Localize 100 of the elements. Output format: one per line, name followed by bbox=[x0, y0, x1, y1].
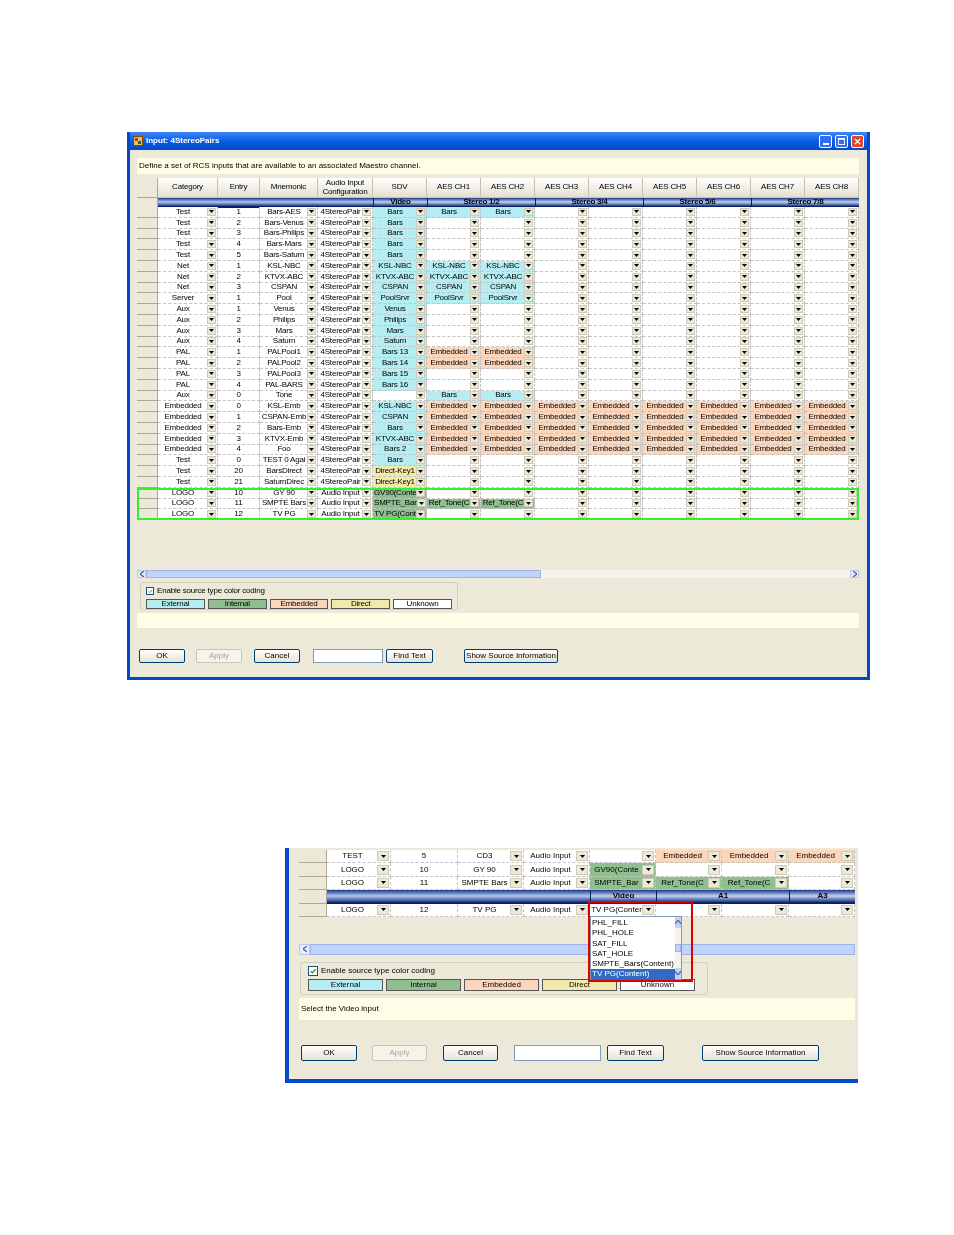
column-header[interactable]: AES CH2 bbox=[481, 178, 535, 198]
dropdown-button[interactable] bbox=[470, 315, 479, 324]
dropdown-button[interactable] bbox=[416, 240, 425, 249]
dropdown-button[interactable] bbox=[524, 251, 533, 260]
dropdown-button[interactable] bbox=[632, 240, 641, 249]
dropdown-button[interactable] bbox=[524, 380, 533, 389]
dropdown-button[interactable] bbox=[362, 380, 371, 389]
dropdown-button[interactable] bbox=[848, 413, 857, 422]
dropdown-button[interactable] bbox=[632, 218, 641, 227]
dropdown-button[interactable] bbox=[578, 272, 587, 281]
dropdown-button[interactable] bbox=[578, 413, 587, 422]
dropdown-button[interactable] bbox=[686, 488, 695, 497]
dropdown-button[interactable] bbox=[307, 456, 316, 465]
dropdown-button[interactable] bbox=[416, 477, 425, 486]
dropdown-button[interactable] bbox=[848, 467, 857, 475]
dropdown-button[interactable] bbox=[686, 207, 695, 216]
dropdown-button[interactable] bbox=[576, 877, 588, 888]
dropdown-button[interactable] bbox=[470, 359, 479, 368]
dropdown-button[interactable] bbox=[207, 434, 216, 443]
dropdown-button[interactable] bbox=[470, 305, 479, 314]
dropdown-button[interactable] bbox=[794, 283, 803, 292]
dropdown-button[interactable] bbox=[740, 423, 749, 432]
dropdown-button[interactable] bbox=[307, 510, 316, 519]
dropdown-button[interactable] bbox=[416, 229, 425, 238]
dropdown-button[interactable] bbox=[377, 864, 389, 875]
dropdown-button[interactable] bbox=[642, 864, 654, 875]
dropdown-button[interactable] bbox=[794, 294, 803, 303]
dropdown-button[interactable] bbox=[686, 434, 695, 443]
dropdown-button[interactable] bbox=[207, 369, 216, 378]
find-field[interactable] bbox=[313, 649, 383, 664]
dropdown-button[interactable] bbox=[524, 326, 533, 335]
checkbox[interactable] bbox=[308, 965, 318, 976]
dropdown-button[interactable] bbox=[632, 359, 641, 368]
dropdown-button[interactable] bbox=[740, 477, 749, 486]
dropdown-button[interactable] bbox=[740, 510, 749, 519]
dropdown-button[interactable] bbox=[841, 864, 853, 875]
dropdown-button[interactable] bbox=[524, 294, 533, 303]
dropdown-button[interactable] bbox=[470, 326, 479, 335]
dropdown-button[interactable] bbox=[740, 326, 749, 335]
dropdown-button[interactable] bbox=[686, 369, 695, 378]
dropdown-button[interactable] bbox=[686, 456, 695, 465]
dropdown-button[interactable] bbox=[686, 391, 695, 400]
dropdown-button[interactable] bbox=[307, 326, 316, 335]
dropdown-button[interactable] bbox=[686, 294, 695, 303]
dropdown-button[interactable] bbox=[632, 315, 641, 324]
dropdown-button[interactable] bbox=[708, 851, 720, 862]
dropdown-button[interactable] bbox=[578, 423, 587, 432]
dropdown-button[interactable] bbox=[207, 359, 216, 368]
dropdown-button[interactable] bbox=[740, 369, 749, 378]
dropdown-button[interactable] bbox=[307, 445, 316, 454]
dropdown-button[interactable] bbox=[524, 510, 533, 519]
dropdown-button[interactable] bbox=[632, 456, 641, 465]
dropdown-button[interactable] bbox=[686, 477, 695, 486]
dropdown-button[interactable] bbox=[362, 261, 371, 270]
dropdown-button[interactable] bbox=[207, 207, 216, 216]
dropdown-button[interactable] bbox=[362, 477, 371, 486]
dropdown-button[interactable] bbox=[848, 283, 857, 292]
dropdown-button[interactable] bbox=[362, 423, 371, 432]
dropdown-button[interactable] bbox=[362, 315, 371, 324]
dropdown-button[interactable] bbox=[416, 251, 425, 260]
dropdown-button[interactable] bbox=[307, 467, 316, 475]
dropdown-button[interactable] bbox=[362, 207, 371, 216]
dropdown-button[interactable] bbox=[416, 391, 425, 400]
dropdown-button[interactable] bbox=[362, 510, 371, 519]
dropdown-option[interactable]: PHL_FILL bbox=[591, 917, 675, 929]
dropdown-button[interactable] bbox=[524, 402, 533, 411]
dropdown-button[interactable] bbox=[524, 445, 533, 454]
dropdown-button[interactable] bbox=[307, 207, 316, 216]
dropdown-button[interactable] bbox=[794, 229, 803, 238]
dropdown-button[interactable] bbox=[794, 348, 803, 357]
dropdown-button[interactable] bbox=[470, 488, 479, 497]
dropdown-button[interactable] bbox=[578, 261, 587, 270]
dropdown-button[interactable] bbox=[632, 326, 641, 335]
dropdown-button[interactable] bbox=[632, 348, 641, 357]
dropdown-button[interactable] bbox=[686, 348, 695, 357]
dropdown-button[interactable] bbox=[632, 467, 641, 475]
dropdown-button[interactable] bbox=[307, 434, 316, 443]
scroll-left-button[interactable] bbox=[137, 570, 146, 579]
dropdown-button[interactable] bbox=[708, 877, 720, 888]
dropdown-button[interactable] bbox=[848, 510, 857, 519]
dropdown-button[interactable] bbox=[416, 488, 426, 497]
dropdown-button[interactable] bbox=[578, 294, 587, 303]
dropdown-button[interactable] bbox=[740, 467, 749, 475]
dropdown-button[interactable] bbox=[470, 218, 479, 227]
dropdown-button[interactable] bbox=[740, 305, 749, 314]
dropdown-button[interactable] bbox=[794, 359, 803, 368]
dropdown-button[interactable] bbox=[632, 380, 641, 389]
dropdown-button[interactable] bbox=[207, 272, 216, 281]
dropdown-button[interactable] bbox=[841, 851, 853, 862]
dropdown-button[interactable] bbox=[642, 851, 654, 862]
dropdown-button[interactable] bbox=[207, 261, 216, 270]
dropdown-button[interactable] bbox=[632, 229, 641, 238]
dropdown-button[interactable] bbox=[686, 251, 695, 260]
dropdown-button[interactable] bbox=[632, 434, 641, 443]
dropdown-button[interactable] bbox=[708, 864, 720, 875]
dropdown-button[interactable] bbox=[524, 359, 533, 368]
scroll-down-button[interactable] bbox=[674, 967, 681, 979]
dropdown-button[interactable] bbox=[470, 510, 479, 519]
dropdown-button[interactable] bbox=[841, 904, 853, 915]
dropdown-button[interactable] bbox=[416, 510, 425, 519]
